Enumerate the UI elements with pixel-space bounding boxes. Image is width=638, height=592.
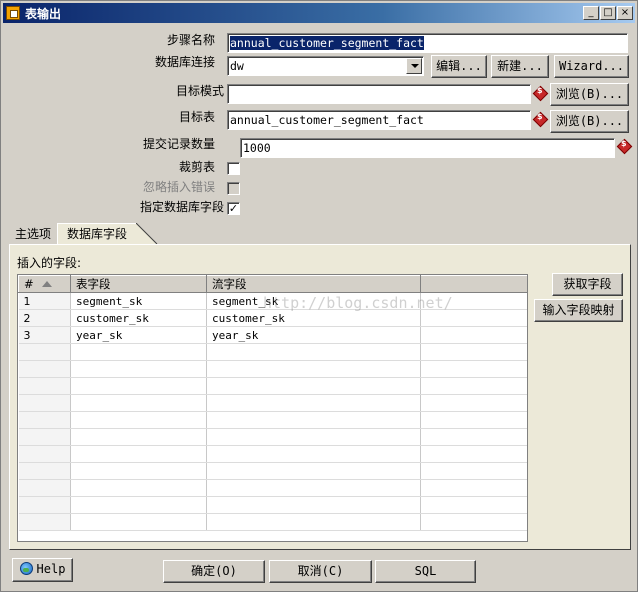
empty-cell — [420, 326, 527, 344]
specify-fields-checkbox[interactable]: ✓ — [227, 202, 240, 215]
empty-cell — [420, 309, 527, 327]
variable-icon — [534, 112, 546, 125]
column-header-index[interactable]: # — [18, 275, 71, 293]
get-fields-button[interactable]: 获取字段 — [552, 273, 623, 296]
commit-size-label: 提交记录数量 — [142, 137, 215, 151]
column-header-table-field[interactable]: 表字段 — [70, 275, 207, 293]
column-header-stream-field[interactable]: 流字段 — [206, 275, 421, 293]
fields-table[interactable]: # 表字段 流字段 1 segment_sk segment_sk 2 cust… — [17, 274, 528, 542]
row-index: 2 — [18, 309, 71, 327]
variable-icon — [618, 139, 630, 152]
table-row[interactable] — [18, 394, 527, 412]
db-connection-value: dw — [230, 59, 244, 73]
commit-size-input[interactable]: 1000 — [240, 138, 615, 158]
title-bar[interactable]: 表输出 _ □ × — [3, 3, 635, 23]
help-button-label: Help — [36, 562, 66, 576]
wizard-button[interactable]: Wizard... — [554, 55, 629, 78]
table-row[interactable] — [18, 479, 527, 497]
sort-ascending-icon — [41, 281, 52, 287]
table-row[interactable] — [18, 513, 527, 531]
step-name-label: 步骤名称 — [166, 33, 215, 47]
variable-icon — [534, 86, 546, 99]
ok-button[interactable]: 确定(O) — [163, 560, 265, 583]
table-row[interactable] — [18, 428, 527, 446]
db-connection-label: 数据库连接 — [154, 55, 215, 69]
browse-schema-button[interactable]: 浏览(B)... — [550, 83, 629, 106]
truncate-label: 裁剪表 — [178, 160, 215, 174]
table-row[interactable] — [18, 360, 527, 378]
table-row[interactable] — [18, 377, 527, 395]
table-row[interactable] — [18, 445, 527, 463]
table-field-cell[interactable]: year_sk — [70, 326, 207, 344]
table-field-cell[interactable]: customer_sk — [70, 309, 207, 327]
step-name-input[interactable]: annual_customer_segment_fact — [227, 33, 628, 53]
minimize-button[interactable]: _ — [583, 6, 599, 20]
specify-fields-label: 指定数据库字段 — [139, 200, 224, 214]
sql-button[interactable]: SQL — [375, 560, 476, 583]
table-header-row: # 表字段 流字段 — [18, 275, 527, 293]
stream-field-cell[interactable]: year_sk — [206, 326, 421, 344]
step-name-value: annual_customer_segment_fact — [230, 36, 424, 50]
help-button[interactable]: Help — [12, 558, 73, 582]
row-index: 3 — [18, 326, 71, 344]
stream-field-cell[interactable]: customer_sk — [206, 309, 421, 327]
ignore-errors-checkbox — [227, 182, 240, 195]
tab-db-fields[interactable]: 数据库字段 — [57, 223, 137, 244]
close-button[interactable]: × — [617, 6, 633, 20]
row-index: 1 — [18, 292, 71, 310]
truncate-checkbox[interactable] — [227, 162, 240, 175]
table-row[interactable]: 3 year_sk year_sk — [18, 326, 527, 344]
empty-cell — [420, 292, 527, 310]
tab-slant — [136, 223, 158, 245]
chevron-down-icon[interactable] — [406, 58, 422, 74]
browse-table-button[interactable]: 浏览(B)... — [550, 110, 629, 133]
stream-field-cell[interactable]: segment_sk — [206, 292, 421, 310]
ignore-errors-label: 忽略插入错误 — [142, 180, 215, 194]
help-globe-icon — [19, 562, 33, 575]
target-table-input[interactable]: annual_customer_segment_fact — [227, 110, 531, 130]
window-title: 表输出 — [25, 7, 62, 21]
table-row[interactable] — [18, 496, 527, 514]
tab-main-options[interactable]: 主选项 — [10, 224, 56, 245]
new-connection-button[interactable]: 新建... — [491, 55, 549, 78]
db-connection-select[interactable]: dw — [227, 56, 424, 76]
fields-to-insert-label: 插入的字段: — [17, 256, 82, 270]
table-row[interactable] — [18, 343, 527, 361]
enter-field-mapping-button[interactable]: 输入字段映射 — [534, 299, 623, 322]
target-schema-label: 目标模式 — [175, 84, 224, 98]
table-output-icon — [6, 6, 20, 20]
target-table-label: 目标表 — [178, 110, 215, 124]
table-row[interactable]: 1 segment_sk segment_sk — [18, 292, 527, 310]
cancel-button[interactable]: 取消(C) — [269, 560, 372, 583]
target-schema-input[interactable] — [227, 84, 531, 104]
table-field-cell[interactable]: segment_sk — [70, 292, 207, 310]
edit-connection-button[interactable]: 编辑... — [431, 55, 487, 78]
table-row[interactable] — [18, 411, 527, 429]
table-row[interactable] — [18, 462, 527, 480]
column-header-empty — [420, 275, 527, 293]
dialog-window: 表输出 _ □ × 步骤名称 annual_customer_segment_f… — [0, 0, 638, 592]
table-row[interactable]: 2 customer_sk customer_sk — [18, 309, 527, 327]
maximize-button[interactable]: □ — [600, 6, 616, 20]
